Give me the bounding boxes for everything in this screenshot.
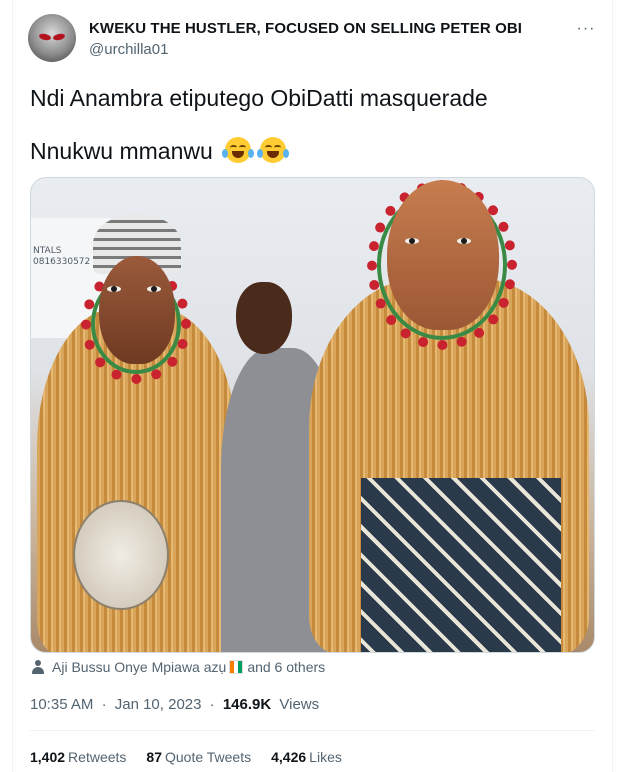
avatar-eye xyxy=(38,32,52,42)
tent-sign-line-1: NTALS xyxy=(33,246,62,256)
person-icon xyxy=(32,660,44,674)
column-border-left xyxy=(12,0,13,772)
avatar-eye xyxy=(52,32,66,42)
tweet-metadata: 10:35 AM · Jan 10, 2023 · 146.9K Views xyxy=(30,696,319,713)
tweet-time[interactable]: 10:35 AM xyxy=(30,696,93,713)
meta-dot: · xyxy=(101,696,107,713)
tweet-date[interactable]: Jan 10, 2023 xyxy=(115,696,202,713)
tagged-others[interactable]: and 6 others xyxy=(247,659,325,675)
tent-sign-line-2: 0816330572 xyxy=(33,257,91,267)
quote-tweets-stat[interactable]: 87 Quote Tweets xyxy=(146,749,251,765)
column-border-right xyxy=(612,0,613,772)
retweets-stat[interactable]: 1,402 Retweets xyxy=(30,749,126,765)
right-masquerade-mask xyxy=(387,180,499,330)
views-count: 146.9K xyxy=(222,696,272,713)
tweet-text-line-2-text: Nnukwu mmanwu xyxy=(30,138,213,164)
more-icon[interactable]: ··· xyxy=(572,15,600,43)
quote-tweets-count: 87 xyxy=(146,749,162,765)
likes-stat[interactable]: 4,426 Likes xyxy=(271,749,342,765)
face-with-tears-of-joy-icon xyxy=(222,137,255,163)
tagged-users[interactable]: Aji Bussu Onye Mpiawa azụ and 6 others xyxy=(32,659,325,675)
face-with-tears-of-joy-icon xyxy=(256,137,289,163)
man-head xyxy=(236,282,292,354)
retweets-label: Retweets xyxy=(68,749,127,765)
left-masquerade-shield xyxy=(73,500,169,610)
tagged-user-name[interactable]: Aji Bussu Onye Mpiawa azụ xyxy=(52,659,226,675)
tweet-text-line-2: Nnukwu mmanwu xyxy=(30,137,289,165)
likes-label: Likes xyxy=(309,749,342,765)
retweets-count: 1,402 xyxy=(30,749,66,765)
tent-sign-text: NTALS 0816330572 xyxy=(33,246,90,268)
left-masquerade-mask xyxy=(99,256,175,364)
author-handle[interactable]: @urchilla01 xyxy=(89,41,168,58)
meta-dot: · xyxy=(209,696,215,713)
engagement-stats: 1,402 Retweets 87 Quote Tweets 4,426 Likes xyxy=(30,749,342,765)
quote-tweets-label: Quote Tweets xyxy=(164,749,252,765)
tweet-detail: KWEKU THE HUSTLER, FOCUSED ON SELLING PE… xyxy=(0,0,632,772)
tweet-photo[interactable]: NTALS 0816330572 xyxy=(30,177,595,653)
profile-avatar[interactable] xyxy=(28,14,76,62)
divider xyxy=(30,730,595,731)
likes-count: 4,426 xyxy=(271,749,307,765)
author-display-name[interactable]: KWEKU THE HUSTLER, FOCUSED ON SELLING PE… xyxy=(89,20,522,37)
tweet-text-line-1: Ndi Anambra etiputego ObiDatti masquerad… xyxy=(30,85,488,111)
cote-divoire-flag-icon xyxy=(229,660,244,674)
right-masquerade-plaid-cloth xyxy=(361,478,561,652)
views-label: Views xyxy=(279,696,320,713)
